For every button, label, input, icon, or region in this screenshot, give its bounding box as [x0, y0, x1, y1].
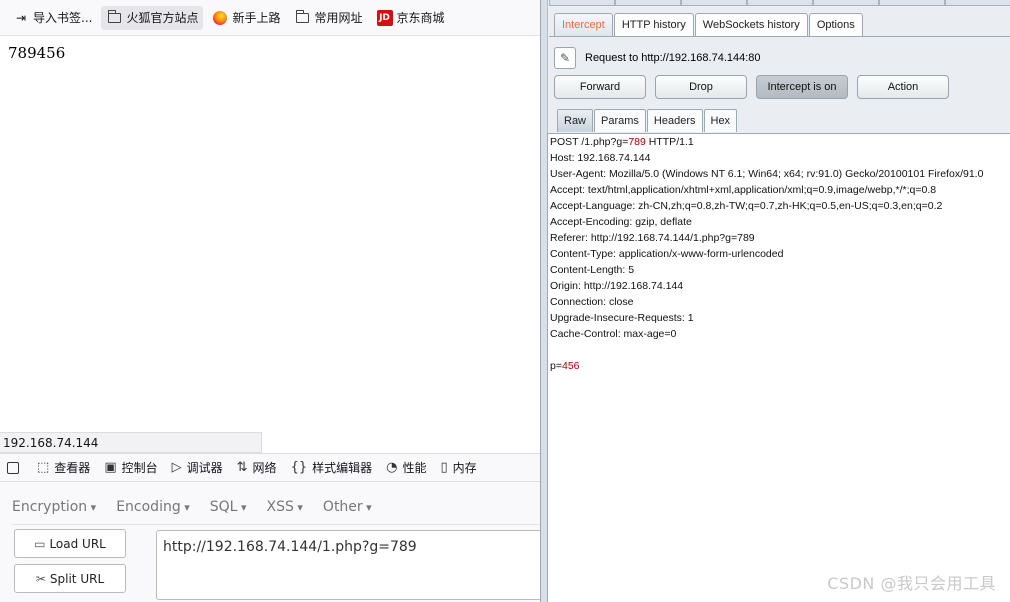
- intercept-toggle-button[interactable]: Intercept is on: [756, 75, 848, 99]
- header-line: Accept: text/html,application/xhtml+xml,…: [550, 184, 937, 196]
- debugger-icon: ▷: [171, 460, 182, 475]
- main-tab[interactable]: [813, 0, 879, 6]
- tab-debugger[interactable]: ▷ 调试器: [165, 454, 230, 482]
- browser-window: ⇥ 导入书签... 火狐官方站点 新手上路 常用网址 JD 京东商城 78945…: [0, 0, 540, 602]
- bookmark-import[interactable]: ⇥ 导入书签...: [8, 6, 97, 30]
- header-line: Origin: http://192.168.74.144: [550, 280, 684, 292]
- request-target-label: Request to http://192.168.74.144:80: [585, 52, 761, 64]
- scissors-icon: ✂: [35, 571, 46, 586]
- tab-raw[interactable]: Raw: [557, 109, 594, 132]
- tab-inspector[interactable]: ⬚ 查看器: [30, 454, 97, 482]
- tab-http-history[interactable]: HTTP history: [613, 13, 694, 36]
- body-line: p=456: [550, 360, 580, 372]
- hackbar-menu: Encryption Encoding SQL XSS Other: [12, 490, 540, 525]
- menu-encoding[interactable]: Encoding: [116, 499, 190, 515]
- main-tab[interactable]: [615, 0, 681, 6]
- header-line: Host: 192.168.74.144: [550, 152, 651, 164]
- pencil-icon[interactable]: ✎: [554, 47, 576, 69]
- header-line: User-Agent: Mozilla/5.0 (Windows NT 6.1;…: [550, 168, 984, 180]
- header-line: Connection: close: [550, 296, 634, 308]
- memory-icon: ▯: [440, 460, 448, 475]
- request-header-row: ✎ Request to http://192.168.74.144:80: [554, 47, 761, 69]
- bookmark-label: 京东商城: [396, 11, 445, 25]
- message-view-tabs: Raw Params Headers Hex: [557, 109, 738, 133]
- bookmark-label: 火狐官方站点: [126, 11, 199, 25]
- jd-icon: JD: [376, 9, 393, 26]
- tab-performance[interactable]: ◔ 性能: [379, 454, 433, 482]
- bookmark-common-sites[interactable]: 常用网址: [289, 6, 367, 30]
- split-url-button[interactable]: ✂ Split URL: [14, 564, 126, 593]
- bookmark-label: 新手上路: [232, 11, 281, 25]
- burp-proxy-panel: Intercept HTTP history WebSockets histor…: [540, 0, 1010, 602]
- inspector-icon: ⬚: [37, 460, 50, 475]
- bookmark-label: 常用网址: [314, 11, 363, 25]
- tab-options[interactable]: Options: [808, 13, 863, 36]
- main-tab[interactable]: [747, 0, 813, 6]
- tab-hex[interactable]: Hex: [703, 109, 738, 132]
- header-line: Upgrade-Insecure-Requests: 1: [550, 312, 694, 324]
- tab-underline: [549, 36, 1010, 37]
- picker-icon: [7, 461, 19, 474]
- action-button[interactable]: Action: [857, 75, 949, 99]
- devtools-toolbar: ⬚ 查看器 ▣ 控制台 ▷ 调试器 ⇅ 网络 {} 样式编辑器 ◔ 性能 ▯ 内存: [0, 453, 540, 482]
- firefox-icon: [212, 10, 228, 26]
- raw-request-editor[interactable]: POST /1.php?g=789 HTTP/1.1 Host: 192.168…: [547, 133, 1010, 602]
- import-icon: ⇥: [15, 10, 27, 25]
- tab-style-editor[interactable]: {} 样式编辑器: [284, 454, 380, 482]
- bookmark-getting-started[interactable]: 新手上路: [207, 6, 285, 30]
- menu-encryption[interactable]: Encryption: [12, 499, 96, 515]
- tab-console[interactable]: ▣ 控制台: [97, 454, 164, 482]
- watermark: CSDN @我只会用工具: [827, 574, 996, 593]
- tab-headers[interactable]: Headers: [646, 109, 703, 132]
- menu-xss[interactable]: XSS: [267, 499, 303, 515]
- tab-intercept[interactable]: Intercept: [554, 13, 613, 36]
- tab-memory[interactable]: ▯ 内存: [433, 454, 483, 482]
- bookmark-firefox-official[interactable]: 火狐官方站点: [101, 5, 204, 30]
- main-tab[interactable]: [681, 0, 747, 6]
- header-line: Content-Length: 5: [550, 264, 635, 276]
- folder-icon: [106, 9, 122, 26]
- header-line: Accept-Encoding: gzip, deflate: [550, 216, 692, 228]
- performance-icon: ◔: [386, 460, 398, 475]
- header-line: Content-Type: application/x-www-form-url…: [550, 248, 784, 260]
- tab-websockets-history[interactable]: WebSockets history: [694, 13, 808, 36]
- drop-button[interactable]: Drop: [655, 75, 747, 99]
- console-icon: ▣: [104, 460, 117, 475]
- element-picker-button[interactable]: [0, 454, 30, 482]
- status-url: 192.168.74.144: [0, 432, 262, 453]
- main-tab[interactable]: [549, 0, 615, 6]
- style-editor-icon: {}: [290, 460, 308, 475]
- load-url-button[interactable]: ▭ Load URL: [14, 529, 126, 558]
- request-line: POST /1.php?g=789 HTTP/1.1: [550, 136, 694, 148]
- header-line: Cache-Control: max-age=0: [550, 328, 677, 340]
- tab-params[interactable]: Params: [594, 109, 646, 132]
- bookmark-jd[interactable]: JD 京东商城: [372, 6, 450, 30]
- main-tab[interactable]: [945, 0, 1010, 6]
- burp-main-tabs: [549, 0, 1010, 6]
- main-tab[interactable]: [879, 0, 945, 6]
- folder-icon: [294, 9, 310, 26]
- forward-button[interactable]: Forward: [554, 75, 646, 99]
- url-textarea[interactable]: http://192.168.74.144/1.php?g=789: [156, 530, 540, 600]
- proxy-subtabs: Intercept HTTP history WebSockets histor…: [554, 13, 864, 37]
- bookmarks-toolbar: ⇥ 导入书签... 火狐官方站点 新手上路 常用网址 JD 京东商城: [0, 0, 540, 36]
- header-line: Accept-Language: zh-CN,zh;q=0.8,zh-TW;q=…: [550, 200, 943, 212]
- load-icon: ▭: [34, 536, 46, 551]
- menu-other[interactable]: Other: [323, 499, 372, 515]
- header-line: Referer: http://192.168.74.144/1.php?g=7…: [550, 232, 755, 244]
- hackbar-panel: Encryption Encoding SQL XSS Other ▭ Load…: [0, 482, 540, 602]
- menu-sql[interactable]: SQL: [210, 499, 247, 515]
- page-content: 789456: [8, 44, 66, 62]
- bookmark-label: 导入书签...: [33, 11, 93, 25]
- tab-network[interactable]: ⇅ 网络: [230, 454, 284, 482]
- network-icon: ⇅: [236, 460, 248, 475]
